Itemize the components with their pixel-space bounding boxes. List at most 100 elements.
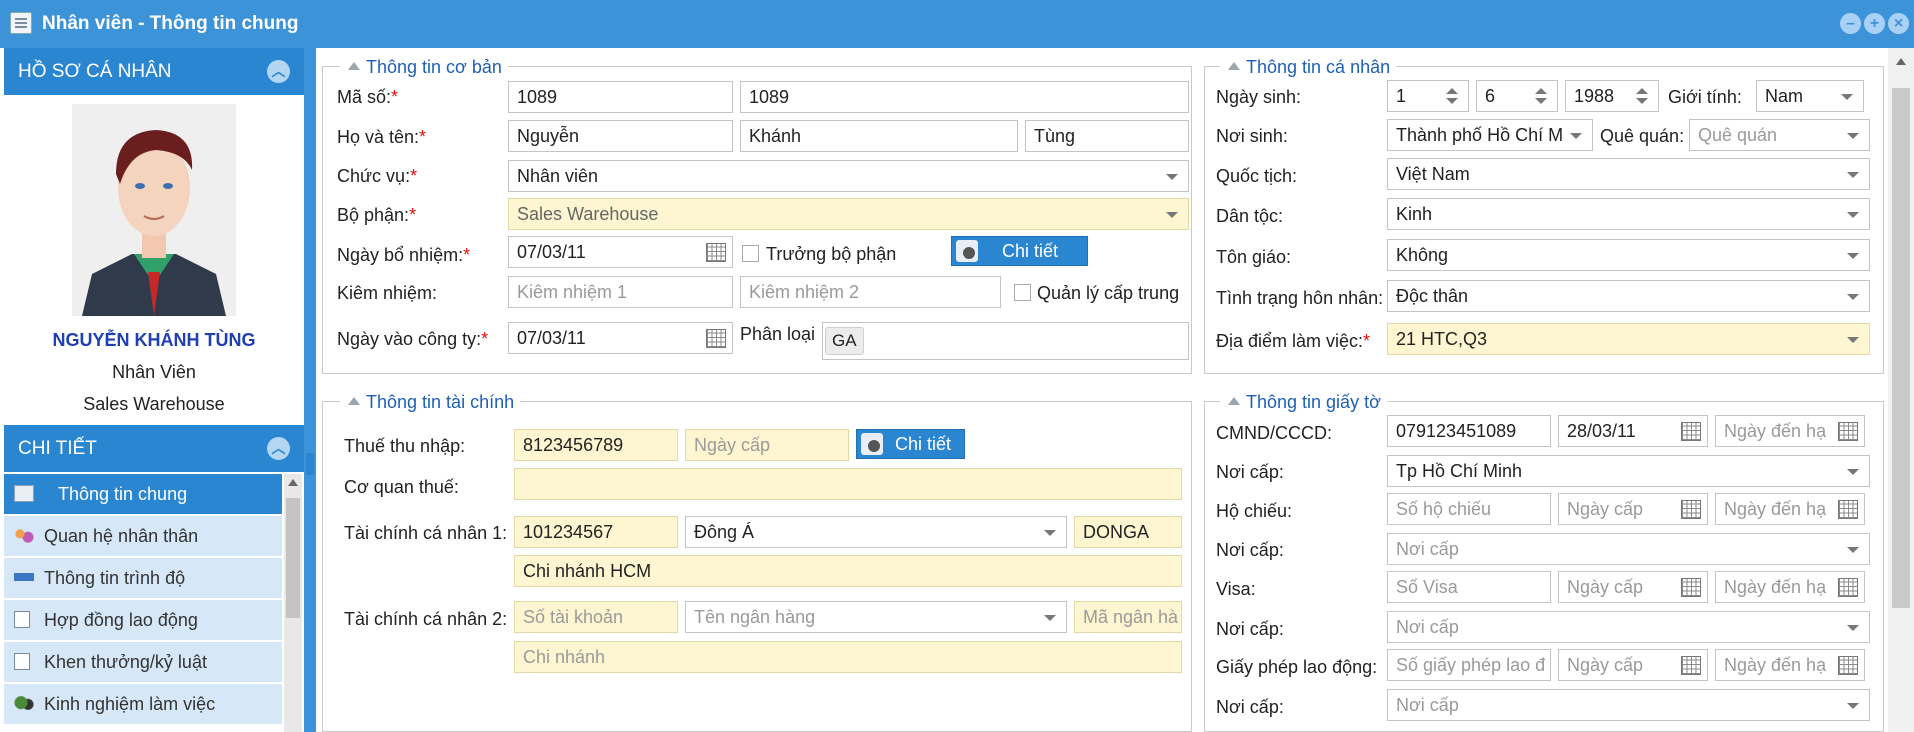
collapse-handle[interactable] [306,453,314,475]
visa-den-han-input[interactable]: Ngày đến hạ [1715,571,1865,603]
tc2-branch-input[interactable]: Chi nhánh [514,641,1182,673]
que-quan-label: Quê quán: [1600,126,1685,146]
gpld-ngay-cap-input[interactable]: Ngày cấp [1558,649,1708,681]
kiem-nhiem-label: Kiêm nhiệm: [337,283,438,303]
cmnd-date-input[interactable]: 28/03/11 [1558,415,1708,447]
quan-ly-cap-trung-checkbox[interactable] [1014,284,1031,301]
scroll-up-icon[interactable] [288,479,298,486]
tc1-code-input[interactable]: DONGA [1074,516,1182,548]
close-icon[interactable]: × [1888,13,1909,34]
family-icon [14,527,34,544]
cmnd-input[interactable]: 079123451089 [1387,415,1551,447]
app-icon [10,12,32,34]
tc1-branch-input[interactable]: Chi nhánh HCM [514,555,1182,587]
phan-loai-tag-input[interactable]: GA [822,322,1189,360]
chevron-up-icon[interactable]: ︿ [267,60,290,83]
tc1-bank-select[interactable]: Đông Á [685,516,1067,548]
kiem-nhiem-1-input[interactable]: Kiêm nhiệm 1 [508,276,733,308]
day-spinner[interactable]: 1 [1387,80,1469,112]
menu-item-label: Khen thưởng/kỷ luật [44,652,207,672]
tc2-account-input[interactable]: Số tài khoản [514,601,678,633]
menu-item-quan-he-nhan-than[interactable]: Quan hệ nhân thân [4,516,282,556]
scroll-thumb[interactable] [1892,88,1910,608]
chevron-up-icon[interactable]: ︿ [267,437,290,460]
year-spinner[interactable]: 1988 [1565,80,1659,112]
menu-item-label: Thông tin trình độ [44,568,186,588]
ton-giao-select[interactable]: Không [1387,239,1870,271]
detail-menu: Thông tin chung Quan hệ nhân thân Thông … [4,474,282,732]
co-quan-thue-input[interactable] [514,468,1182,500]
sidebar-scrollbar[interactable] [284,474,302,732]
reward-icon [14,653,30,670]
menu-item-kinh-nghiem-lam-viec[interactable]: Kinh nghiệm làm việc [4,684,282,724]
ngay-bo-nhiem-input[interactable]: 07/03/11 [508,236,733,268]
splitter[interactable] [304,48,316,732]
menu-item-khen-thuong-ky-luat[interactable]: Khen thưởng/kỷ luật [4,642,282,682]
noi-sinh-select[interactable]: Thành phố Hồ Chí M [1387,119,1593,151]
thue-ngay-cap-input[interactable]: Ngày cấp [685,429,849,461]
ho-input[interactable]: Nguyễn [508,120,733,152]
ho-chieu-ngay-cap-input[interactable]: Ngày cấp [1558,493,1708,525]
quoc-tich-select[interactable]: Việt Nam [1387,158,1870,190]
ma-so-input-1[interactable]: 1089 [508,81,733,113]
menu-item-thong-tin-trinh-do[interactable]: Thông tin trình độ [4,558,282,598]
truong-bo-phan-checkbox[interactable] [742,245,759,262]
thue-input[interactable]: 8123456789 [514,429,678,461]
profile-header-label: HỒ SƠ CÁ NHÂN [18,61,172,82]
detail-header-label: CHI TIẾT [18,438,97,459]
hon-nhan-select[interactable]: Độc thân [1387,280,1870,312]
menu-item-label: Hợp đồng lao động [44,610,198,630]
gpld-noi-cap-label: Nơi cấp: [1216,697,1284,717]
scroll-up-icon[interactable] [1896,58,1906,65]
gpld-den-han-input[interactable]: Ngày đến hạ [1715,649,1865,681]
gpld-noi-cap-select[interactable]: Nơi cấp [1387,689,1870,721]
ten-input[interactable]: Tùng [1025,120,1189,152]
tc2-code-input[interactable]: Mã ngân hà [1074,601,1182,633]
finance-chi-tiet-button[interactable]: Chi tiết [856,429,965,459]
main-scrollbar[interactable] [1888,48,1914,732]
experience-icon [14,695,34,712]
visa-noi-cap-select[interactable]: Nơi cấp [1387,611,1870,643]
menu-item-thong-tin-chung[interactable]: Thông tin chung [4,474,282,514]
ho-ten-label: Họ và tên:* [337,127,427,147]
detail-section-header[interactable]: CHI TIẾT ︿ [4,425,304,472]
window-title: Nhân viên - Thông tin chung [42,13,299,34]
gioi-tinh-select[interactable]: Nam [1756,80,1864,112]
ho-chieu-noi-cap-select[interactable]: Nơi cấp [1387,533,1870,565]
tc1-account-input[interactable]: 101234567 [514,516,678,548]
ho-chieu-den-han-input[interactable]: Ngày đến hạ [1715,493,1865,525]
dia-diem-select[interactable]: 21 HTC,Q3 [1387,323,1870,355]
detail-icon [956,240,978,262]
que-quan-select[interactable]: Quê quán [1689,119,1870,151]
ngay-sinh-label: Ngày sinh: [1216,87,1302,107]
ma-so-input-2[interactable]: 1089 [740,81,1189,113]
visa-input[interactable]: Số Visa [1387,571,1551,603]
chuc-vu-select[interactable]: Nhân viên [508,160,1189,192]
ho-chieu-input[interactable]: Số hộ chiếu [1387,493,1551,525]
minimize-icon[interactable]: – [1840,13,1861,34]
gpld-input[interactable]: Số giấy phép lao đ [1387,649,1551,681]
kiem-nhiem-2-input[interactable]: Kiêm nhiệm 2 [740,276,1001,308]
ho-chieu-noi-cap-label: Nơi cấp: [1216,540,1284,560]
scroll-thumb[interactable] [286,498,300,618]
cmnd-noi-cap-select[interactable]: Tp Hồ Chí Minh [1387,455,1870,487]
bo-phan-select[interactable]: Sales Warehouse [508,198,1189,230]
profile-section-header[interactable]: HỒ SƠ CÁ NHÂN ︿ [4,48,304,95]
tc2-bank-select[interactable]: Tên ngân hàng [685,601,1067,633]
employee-department: Sales Warehouse [83,394,225,414]
dan-toc-select[interactable]: Kinh [1387,198,1870,230]
title-bar: Nhân viên - Thông tin chung – + × [0,0,1914,48]
finance-info-title: Thông tin tài chính [340,391,521,413]
ngay-vao-input[interactable]: 07/03/11 [508,322,733,354]
chi-tiet-button[interactable]: Chi tiết [951,236,1088,266]
cmnd-den-han-input[interactable]: Ngày đến hạ [1715,415,1865,447]
menu-item-hop-dong-lao-dong[interactable]: Hợp đồng lao động [4,600,282,640]
month-spinner[interactable]: 6 [1476,80,1558,112]
visa-ngay-cap-input[interactable]: Ngày cấp [1558,571,1708,603]
maximize-icon[interactable]: + [1864,13,1885,34]
ten-dem-input[interactable]: Khánh [740,120,1018,152]
ho-chieu-label: Hộ chiếu: [1216,501,1293,521]
menu-item-label: Thông tin chung [58,484,188,504]
phan-loai-tag[interactable]: GA [825,327,864,355]
finance-chi-tiet-label: Chi tiết [895,434,952,454]
